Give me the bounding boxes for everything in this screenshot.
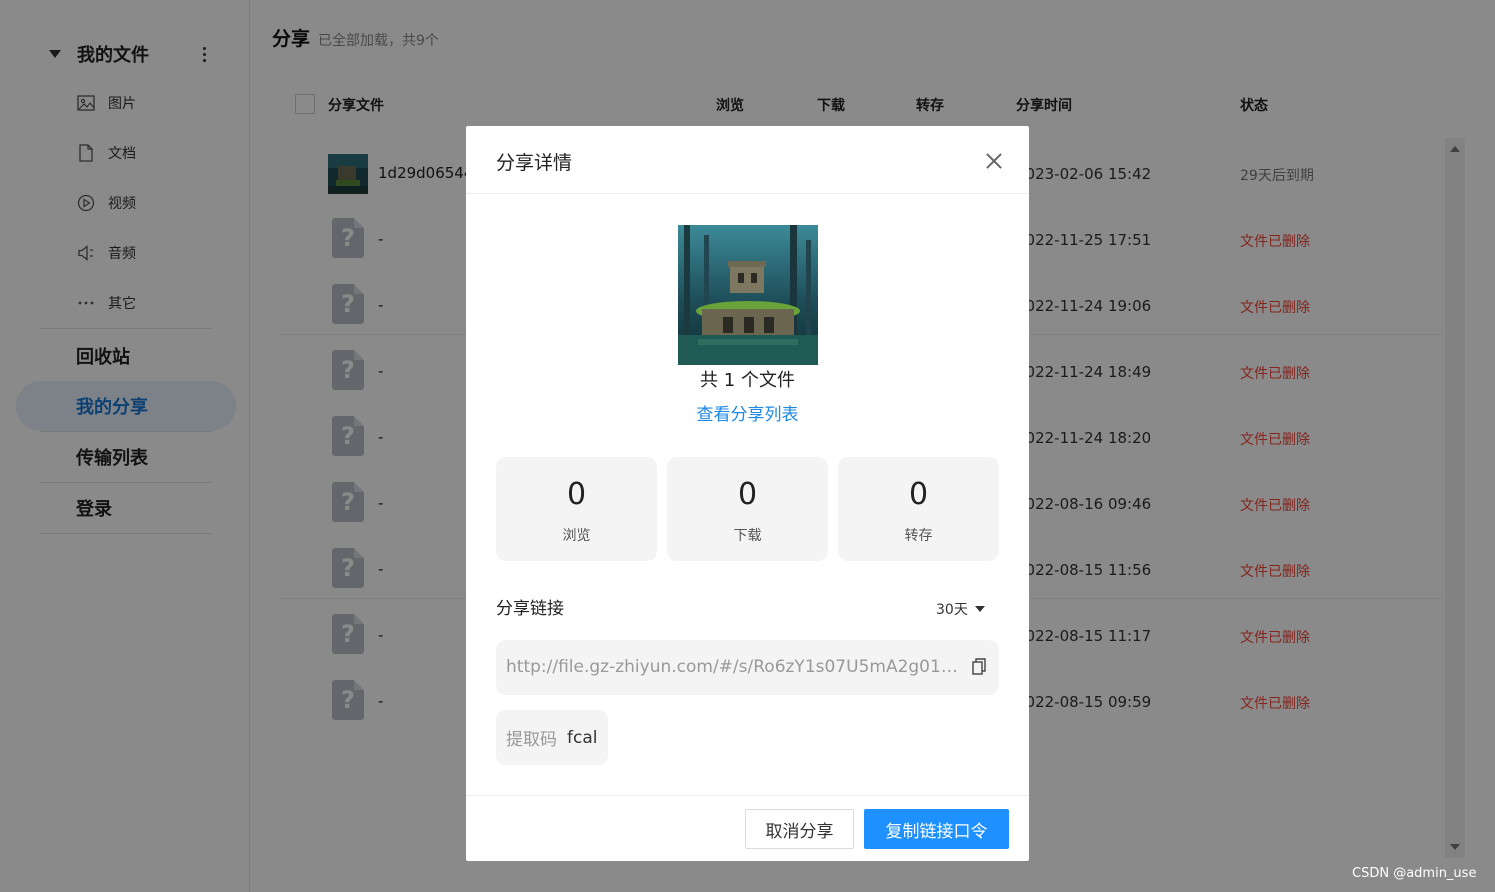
stat-card-saves: 0 转存 [838,457,999,561]
stat-label: 转存 [904,528,933,544]
file-count: 共 1 个文件 [700,370,795,391]
extraction-code-value[interactable]: fcal [567,728,597,748]
cancel-share-button[interactable]: 取消分享 [745,809,854,849]
share-link-text[interactable]: http://file.gz-zhiyun.com/#/s/Ro6zY1s07U… [506,657,964,677]
extraction-code-label: 提取码 [506,730,557,750]
dialog-header: 分享详情 [466,126,1029,194]
stat-label: 浏览 [562,528,591,544]
stat-value: 0 [737,477,758,512]
caret-down-icon [974,606,985,612]
share-details-dialog: 分享详情 共 1 个文件 查看分享列表 0 浏览 0 下载 0 转存 分享链接 … [466,126,1029,861]
share-link-title: 分享链接 [496,599,564,619]
share-link-field[interactable]: http://file.gz-zhiyun.com/#/s/Ro6zY1s07U… [496,640,999,695]
copy-icon[interactable] [972,658,986,676]
expiry-dropdown[interactable]: 30天 [936,599,985,619]
dialog-footer-divider [466,795,1029,796]
extraction-code-field[interactable]: 提取码 fcal [496,710,608,765]
stat-value: 0 [908,477,929,512]
stat-value: 0 [566,477,587,512]
copy-link-button[interactable]: 复制链接口令 [864,809,1009,849]
stat-label: 下载 [733,528,762,544]
shared-file-preview [678,225,818,365]
close-icon[interactable] [983,150,1005,172]
expiry-value: 30天 [936,602,968,618]
view-share-list-link[interactable]: 查看分享列表 [466,400,1029,425]
dialog-title: 分享详情 [496,152,573,174]
watermark: CSDN @admin_use [1352,866,1477,881]
stat-card-downloads: 0 下载 [667,457,828,561]
stat-card-views: 0 浏览 [496,457,657,561]
